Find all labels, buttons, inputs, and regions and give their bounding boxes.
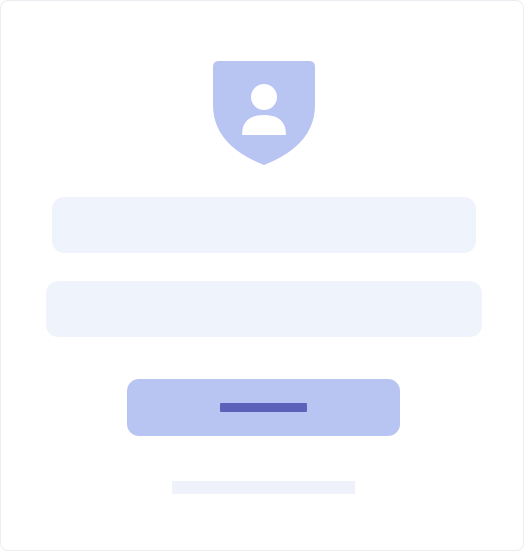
username-field[interactable] xyxy=(52,197,476,253)
password-field[interactable] xyxy=(46,281,482,337)
submit-button-label xyxy=(220,403,307,412)
shield-shape xyxy=(213,61,315,165)
submit-button[interactable] xyxy=(127,379,400,436)
login-card xyxy=(0,0,524,551)
user-head xyxy=(251,84,277,110)
shield-user-icon-graphic xyxy=(213,61,315,165)
footer-link[interactable] xyxy=(172,481,355,494)
shield-user-icon xyxy=(211,61,317,165)
